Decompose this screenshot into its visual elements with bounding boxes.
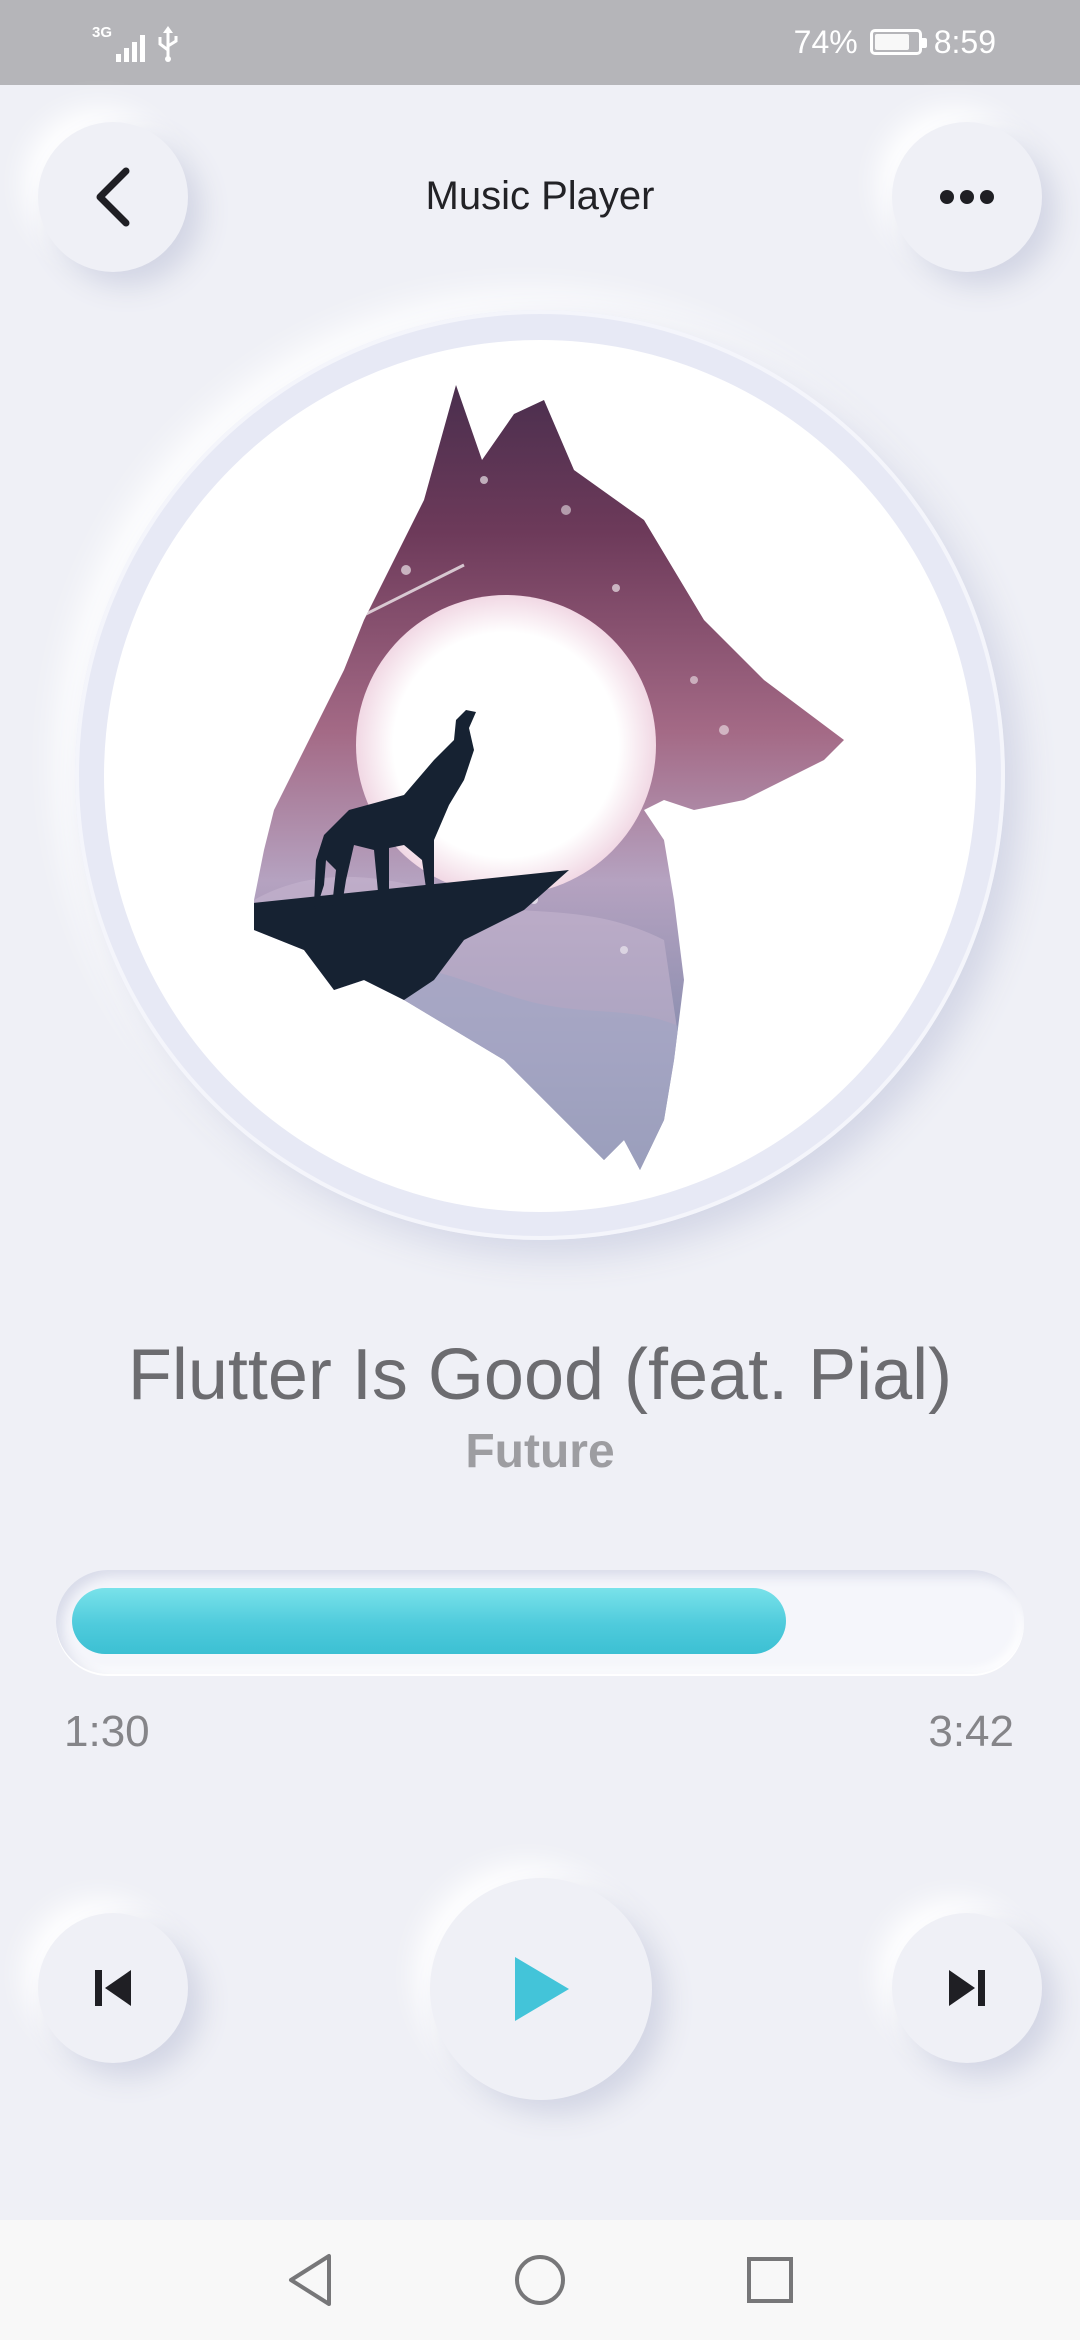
progress-fill xyxy=(72,1588,786,1654)
battery-level-fill xyxy=(874,34,909,50)
album-art xyxy=(104,340,976,1212)
artist-name: Future xyxy=(465,1425,615,1478)
nav-recents-icon xyxy=(747,2257,793,2303)
skip-next-icon xyxy=(949,1970,985,2006)
more-horizontal-icon xyxy=(940,190,994,204)
previous-track-button[interactable] xyxy=(38,1913,188,2063)
nav-recents-button[interactable] xyxy=(690,2220,850,2340)
nav-home-button[interactable] xyxy=(460,2220,620,2340)
usb-icon xyxy=(158,26,178,62)
nav-back-button[interactable] xyxy=(230,2220,390,2340)
nav-back-icon xyxy=(289,2254,331,2306)
status-right-group: 74% 8:59 xyxy=(794,20,996,64)
status-bar: 3G 74% 8:59 xyxy=(0,0,1080,85)
wolf-howling-moon-artwork xyxy=(254,385,844,1170)
status-left-group: 3G xyxy=(92,22,181,62)
battery-percent: 74% xyxy=(793,23,858,60)
nav-home-icon xyxy=(515,2255,565,2305)
system-nav-bar xyxy=(0,2220,1080,2340)
clock: 8:59 xyxy=(933,23,996,60)
progress-bar[interactable] xyxy=(56,1570,1024,1674)
battery-icon xyxy=(869,29,927,55)
signal-icon xyxy=(116,32,146,62)
song-title: Flutter Is Good (feat. Pial) xyxy=(127,1335,953,1415)
skip-previous-icon xyxy=(95,1970,131,2006)
play-icon xyxy=(515,1957,569,2021)
next-track-button[interactable] xyxy=(892,1913,1042,2063)
total-time: 3:42 xyxy=(928,1707,1014,1756)
more-options-button[interactable] xyxy=(892,122,1042,272)
play-button[interactable] xyxy=(430,1878,652,2100)
network-type-label: 3G xyxy=(92,24,113,41)
elapsed-time: 1:30 xyxy=(64,1707,150,1756)
